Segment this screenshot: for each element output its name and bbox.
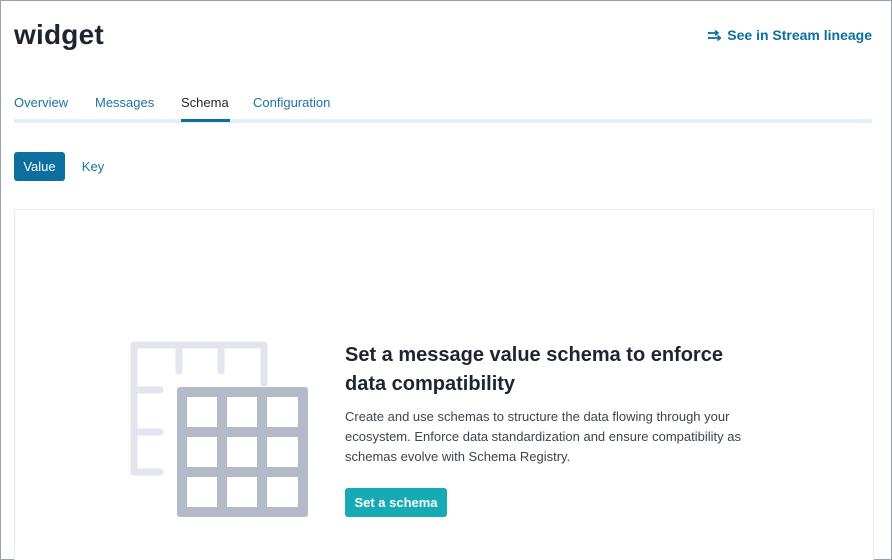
empty-state-heading: Set a message value schema to enforce da…	[345, 344, 723, 395]
empty-state-description: Create and use schemas to structure the …	[345, 409, 741, 464]
schema-table-icon	[130, 341, 310, 526]
tab-schema[interactable]: Schema	[181, 95, 229, 110]
stream-lineage-label: See in Stream lineage	[727, 27, 872, 43]
tab-configuration[interactable]: Configuration	[253, 95, 330, 110]
app-frame: widget See in Stream lineage Overview Me…	[0, 0, 892, 560]
tab-messages[interactable]: Messages	[95, 95, 154, 110]
page-title: widget	[14, 19, 104, 50]
value-toggle-button[interactable]: Value	[14, 152, 65, 181]
set-schema-button[interactable]: Set a schema	[345, 488, 447, 517]
active-tab-indicator	[181, 119, 230, 122]
stream-lineage-icon	[708, 29, 722, 41]
stream-lineage-link[interactable]: See in Stream lineage	[708, 27, 872, 43]
tab-bar: Overview Messages Schema Configuration	[14, 95, 872, 123]
tab-overview[interactable]: Overview	[14, 95, 68, 110]
tab-track	[14, 119, 872, 123]
key-toggle-button[interactable]: Key	[71, 152, 115, 181]
